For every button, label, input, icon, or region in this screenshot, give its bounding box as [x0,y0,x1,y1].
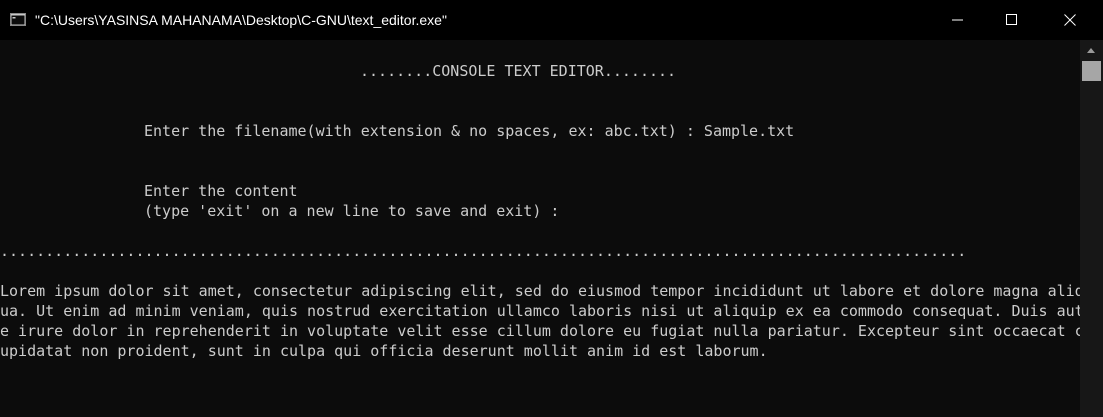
maximize-button[interactable] [989,0,1035,40]
maximize-icon [1006,14,1017,25]
content-line: upidatat non proident, sunt in culpa qui… [0,342,768,360]
content-line: ua. Ut enim ad minim veniam, quis nostru… [0,302,1080,320]
filename-prompt: Enter the filename(with extension & no s… [144,122,795,140]
console-app-icon [10,13,26,26]
content-line: e irure dolor in reprehenderit in volupt… [0,322,1080,340]
scroll-up-arrow-icon[interactable] [1087,48,1095,53]
scroll-thumb[interactable] [1082,61,1101,81]
console-output[interactable]: ........CONSOLE TEXT EDITOR........ Ente… [0,40,1080,417]
minimize-button[interactable] [935,0,981,40]
console-window: "C:\Users\YASINSA MAHANAMA\Desktop\C-GNU… [0,0,1103,417]
minimize-icon [952,19,963,21]
close-icon [1064,14,1076,26]
close-button[interactable] [1047,0,1093,40]
content-line: Lorem ipsum dolor sit amet, consectetur … [0,282,1080,300]
window-title: "C:\Users\YASINSA MAHANAMA\Desktop\C-GNU… [35,12,447,28]
content-prompt: Enter the content [144,182,298,200]
separator-line: ........................................… [0,242,967,260]
console-heading: ........CONSOLE TEXT EDITOR........ [360,62,677,80]
vertical-scrollbar[interactable] [1080,40,1103,417]
title-bar[interactable]: "C:\Users\YASINSA MAHANAMA\Desktop\C-GNU… [0,0,1103,40]
content-prompt-hint: (type 'exit' on a new line to save and e… [144,202,560,220]
